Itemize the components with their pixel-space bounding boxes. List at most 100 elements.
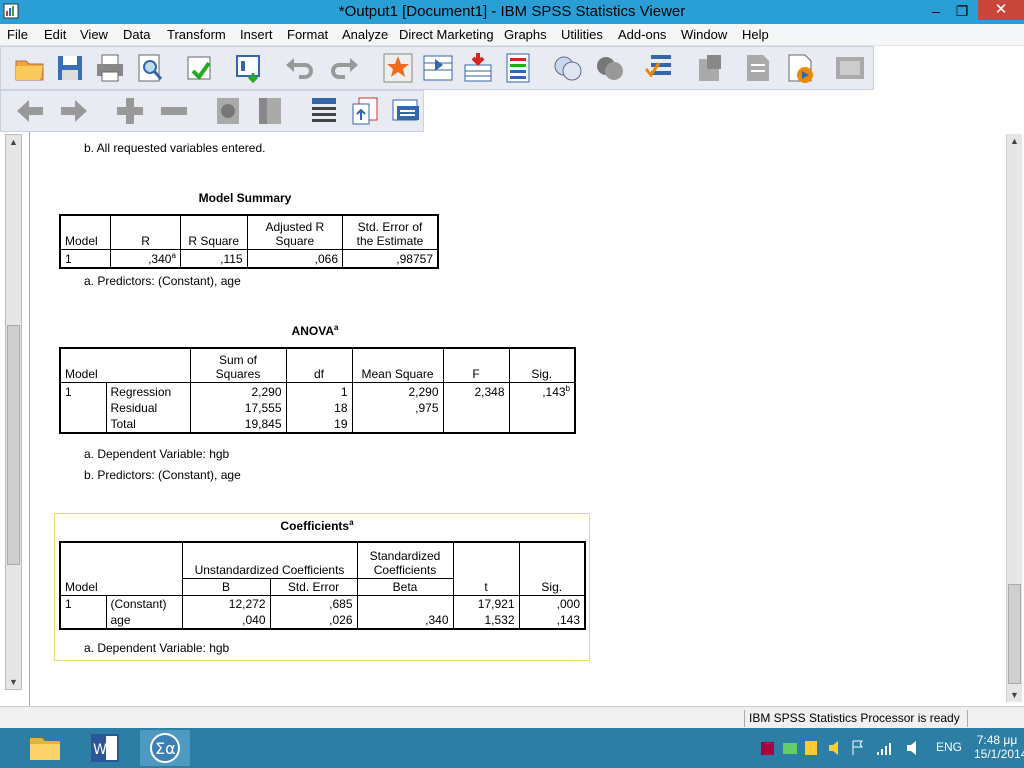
goto-data-icon[interactable]: [381, 51, 415, 85]
tray-icons[interactable]: [759, 739, 929, 757]
menu-view[interactable]: View: [80, 27, 108, 42]
print-icon[interactable]: [93, 51, 127, 85]
cell-predictor: (Constant): [106, 594, 183, 612]
tray-flag-icon: [852, 740, 863, 755]
outline-scrollbar[interactable]: ▲ ▼: [5, 134, 22, 690]
header-model: Model: [59, 541, 183, 596]
language-indicator[interactable]: ENG: [936, 740, 962, 754]
model-summary-footnote: a. Predictors: (Constant), age: [84, 274, 241, 288]
outline-scroll-up-icon[interactable]: ▲: [6, 135, 21, 149]
header-r: R: [110, 214, 181, 250]
menu-graphs[interactable]: Graphs: [504, 27, 547, 42]
anova-footnote-b: b. Predictors: (Constant), age: [84, 468, 241, 482]
insert-cases-icon[interactable]: [461, 51, 495, 85]
menu-add-ons[interactable]: Add-ons: [618, 27, 666, 42]
insert-text-icon[interactable]: [389, 94, 423, 128]
menu-insert[interactable]: Insert: [240, 27, 273, 42]
menu-help[interactable]: Help: [742, 27, 769, 42]
variables-icon[interactable]: [501, 51, 535, 85]
outline-scroll-thumb[interactable]: [7, 325, 20, 565]
export-icon[interactable]: [183, 51, 217, 85]
clock[interactable]: 7:48 μμ 15/1/2014: [974, 733, 1024, 761]
cell-t: 17,921: [452, 594, 520, 612]
save-icon[interactable]: [53, 51, 87, 85]
cell-predictor: age: [106, 611, 183, 630]
model-summary-title: Model Summary: [198, 191, 292, 205]
run-script-icon[interactable]: [783, 51, 817, 85]
header-r-square: R Square: [179, 214, 248, 250]
full-screen-icon[interactable]: [833, 51, 867, 85]
cell-adjusted-r-square: ,066: [246, 248, 344, 269]
header-model: Model: [59, 347, 191, 383]
cell-model: [59, 611, 107, 630]
menu-data[interactable]: Data: [123, 27, 150, 42]
anova-table[interactable]: Model Sum of Squares df Mean Square F Sig…: [59, 347, 576, 434]
undo-icon[interactable]: [283, 51, 317, 85]
goto-case-icon[interactable]: [421, 51, 455, 85]
hide-icon[interactable]: [253, 94, 287, 128]
viewer-scrollbar[interactable]: ▲ ▼: [1006, 134, 1022, 702]
cell-std-error: ,685: [269, 594, 358, 612]
title-bar: *Output1 [Document1] - IBM SPSS Statisti…: [0, 0, 1024, 24]
menu-utilities[interactable]: Utilities: [561, 27, 603, 42]
back-arrow-icon[interactable]: [13, 94, 47, 128]
menu-edit[interactable]: Edit: [44, 27, 66, 42]
show-icon[interactable]: [211, 94, 245, 128]
minimize-button[interactable]: –: [922, 0, 950, 22]
menu-direct-marketing[interactable]: Direct Marketing: [399, 27, 494, 42]
scroll-up-icon[interactable]: ▲: [1007, 134, 1022, 148]
status-bar: IBM SPSS Statistics Processor is ready: [0, 706, 1024, 728]
show-outline-icon[interactable]: [741, 51, 775, 85]
tray-volume-icon: [907, 741, 916, 755]
viewer-scroll-thumb[interactable]: [1008, 584, 1021, 684]
table-row: 1 ,340a ,115 ,066 ,98757: [59, 248, 440, 269]
coefficients-title: Coefficientsa: [280, 518, 354, 533]
cell-source: Residual: [106, 399, 191, 416]
use-variable-sets-icon[interactable]: [593, 51, 627, 85]
word-icon[interactable]: W: [80, 730, 130, 766]
cell-model: [59, 399, 107, 416]
header-b: B: [181, 577, 271, 596]
print-preview-icon[interactable]: [133, 51, 167, 85]
insert-title-icon[interactable]: [349, 94, 383, 128]
collapse-minus-icon[interactable]: [157, 94, 191, 128]
outline-scroll-down-icon[interactable]: ▼: [6, 675, 21, 689]
anova-footnote-a: a. Dependent Variable: hgb: [84, 447, 230, 461]
file-explorer-icon[interactable]: [20, 730, 70, 766]
designated-window-icon[interactable]: [693, 51, 727, 85]
model-summary-table[interactable]: Model R R Square Adjusted R Square Std. E…: [59, 214, 440, 269]
cell-t: 1,532: [452, 611, 520, 630]
redo-icon[interactable]: [327, 51, 361, 85]
insert-heading-icon[interactable]: [307, 94, 341, 128]
menu-transform[interactable]: Transform: [167, 27, 226, 42]
cell-sig: ,143: [518, 611, 586, 630]
menu-window[interactable]: Window: [681, 27, 727, 42]
menu-format[interactable]: Format: [287, 27, 328, 42]
secondary-toolbar: [0, 90, 424, 132]
show-all-variables-icon[interactable]: [551, 51, 585, 85]
main-toolbar: [0, 46, 874, 90]
cell-std-error: ,98757: [342, 248, 440, 269]
menu-file[interactable]: File: [7, 27, 28, 42]
header-f: F: [442, 347, 510, 383]
menu-analyze[interactable]: Analyze: [342, 27, 388, 42]
recall-dialog-icon[interactable]: [233, 51, 267, 85]
table-row: 1 Regression 2,290 1 2,290 2,348 ,143b: [59, 381, 576, 400]
expand-plus-icon[interactable]: [113, 94, 147, 128]
header-t: t: [452, 541, 520, 596]
anova-title: ANOVAa: [291, 323, 339, 338]
cell-sig: [508, 399, 576, 416]
close-button[interactable]: ✕: [978, 0, 1024, 20]
cell-sum-of-squares: 2,290: [189, 381, 287, 400]
cell-sig: [508, 415, 576, 434]
cell-f: 2,348: [442, 381, 510, 400]
coefficients-table[interactable]: Model Unstandardized Coefficients Standa…: [59, 541, 586, 630]
open-folder-icon[interactable]: [13, 51, 47, 85]
forward-arrow-icon[interactable]: [57, 94, 91, 128]
spss-taskbar-icon[interactable]: Σα: [140, 730, 190, 766]
table-row: Residual 17,555 18 ,975: [59, 399, 576, 416]
tray-app-icon: [761, 742, 774, 755]
restore-button[interactable]: ❐: [948, 0, 976, 22]
scroll-down-icon[interactable]: ▼: [1007, 688, 1022, 702]
spell-check-icon[interactable]: [643, 51, 677, 85]
